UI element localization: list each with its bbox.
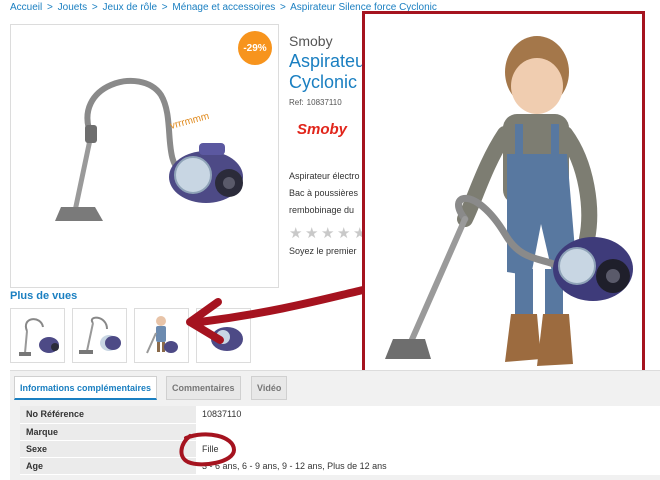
- spec-value: 10837110: [196, 406, 660, 424]
- brand-logo[interactable]: Smoby: [297, 121, 347, 138]
- main-product-image[interactable]: vrrrmmm: [10, 24, 279, 288]
- breadcrumb-separator: >: [280, 2, 286, 13]
- spec-key: Marque: [20, 423, 196, 441]
- breadcrumb-separator: >: [47, 2, 53, 13]
- spec-value: Fille: [196, 440, 660, 458]
- red-arrow-icon: [186, 286, 367, 344]
- breadcrumb-item-menage[interactable]: Ménage et accessoires: [172, 2, 275, 13]
- star-icon: ★: [289, 225, 303, 242]
- specs-table: No Référence 10837110 Marque Sexe Fille …: [20, 406, 660, 475]
- product-title-line2: Cyclonic: [289, 72, 358, 92]
- ref-label: Ref:: [289, 98, 304, 107]
- thumbnail-2[interactable]: [72, 308, 127, 363]
- description-line: rembobinage du: [289, 205, 355, 215]
- tab-video[interactable]: Vidéo: [251, 376, 288, 400]
- product-title-line1: Aspirateur: [289, 51, 369, 71]
- product-brand[interactable]: Smoby: [289, 33, 333, 49]
- description-line: Aspirateur électro: [289, 171, 360, 181]
- breadcrumb-item-jouets[interactable]: Jouets: [58, 2, 87, 13]
- table-row: Marque: [20, 423, 660, 441]
- child-with-vacuum-illustration: [385, 36, 633, 366]
- table-row: No Référence 10837110: [20, 406, 660, 424]
- product-description: Aspirateur électro Bac à poussières remb…: [289, 168, 365, 219]
- ref-value: 10837110: [306, 98, 342, 107]
- star-icon: ★: [321, 225, 335, 242]
- table-row: Age 3 - 6 ans, 6 - 9 ans, 9 - 12 ans, Pl…: [20, 457, 660, 475]
- child-vacuum-photo: [362, 11, 645, 398]
- product-title: Aspirateur Cyclonic: [289, 51, 369, 93]
- photo-caption: vrrrmmm: [169, 111, 210, 132]
- vacuum-thumb-icon: [19, 318, 59, 356]
- tab-commentaires[interactable]: Commentaires: [166, 376, 241, 400]
- rating-stars[interactable]: ★ ★ ★ ★ ★: [289, 226, 368, 241]
- star-icon: ★: [337, 225, 351, 242]
- spec-key: No Référence: [20, 406, 196, 424]
- breadcrumb-item-accueil[interactable]: Accueil: [10, 2, 42, 13]
- spec-value: 3 - 6 ans, 6 - 9 ans, 9 - 12 ans, Plus d…: [196, 457, 660, 475]
- spec-key: Age: [20, 457, 196, 475]
- vacuum-illustration: vrrrmmm: [55, 77, 243, 221]
- red-circle-icon: [179, 432, 237, 467]
- description-line: Bac à poussières: [289, 188, 359, 198]
- vacuum-thumb-icon: [79, 316, 121, 354]
- discount-badge: -29%: [238, 31, 272, 65]
- first-review-link[interactable]: Soyez le premier: [289, 246, 365, 256]
- spec-key: Sexe: [20, 440, 196, 458]
- breadcrumb-item-jeux-de-role[interactable]: Jeux de rôle: [103, 2, 157, 13]
- tab-informations[interactable]: Informations complémentaires: [14, 376, 158, 400]
- product-ref: Ref: 10837110: [289, 98, 345, 107]
- breadcrumb-separator: >: [161, 2, 168, 13]
- more-views-heading: Plus de vues: [10, 290, 78, 302]
- star-icon: ★: [305, 225, 319, 242]
- thumbnail-1[interactable]: [10, 308, 65, 363]
- breadcrumb-separator: >: [91, 2, 98, 13]
- spec-value: [196, 423, 660, 441]
- table-row: Sexe Fille: [20, 440, 660, 458]
